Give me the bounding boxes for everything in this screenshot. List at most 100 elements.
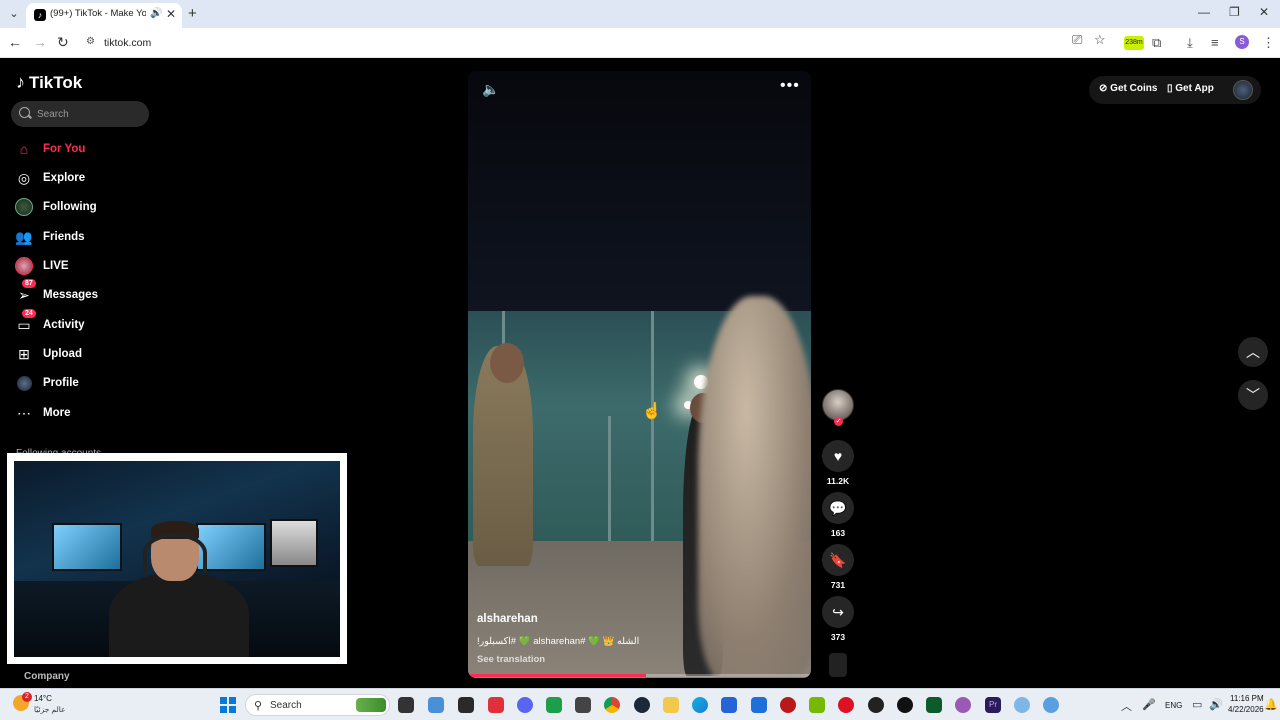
microphone-icon[interactable]: 🎤 [1142, 698, 1156, 711]
user-avatar[interactable] [1233, 80, 1253, 100]
tab-search-dropdown-icon[interactable]: ⌄ [6, 6, 22, 22]
bookmark-star-icon[interactable]: ☆ [1094, 32, 1106, 48]
nav-live[interactable]: LIVE [14, 255, 154, 277]
following-avatar-icon [14, 197, 34, 217]
photos-app-icon[interactable] [428, 697, 444, 713]
follow-plus-icon[interactable]: ✓ [834, 417, 843, 426]
video-author[interactable]: alsharehan [477, 613, 538, 625]
store-icon[interactable] [721, 697, 737, 713]
browser-profile-avatar[interactable]: S [1235, 35, 1249, 49]
file-explorer-icon[interactable] [663, 697, 679, 713]
nav-for-you[interactable]: ⌂ For You [14, 138, 154, 160]
nvidia-icon[interactable] [809, 697, 825, 713]
search-box[interactable] [11, 101, 149, 127]
windows-start-icon[interactable] [220, 697, 236, 713]
tray-overflow-icon[interactable]: ︿ [1121, 698, 1132, 714]
window-close-icon[interactable]: ✕ [1259, 5, 1269, 19]
nav-explore[interactable]: ◎ Explore [14, 167, 154, 189]
video-fence-post [608, 416, 611, 551]
chrome-icon[interactable] [604, 697, 620, 713]
taskbar-search[interactable]: ⚲ Search [245, 694, 390, 716]
next-video-button[interactable]: ﹀ [1238, 380, 1268, 410]
like-button[interactable]: ♥ [822, 440, 854, 472]
volume-icon[interactable]: 🔈 [482, 81, 499, 98]
app-icon[interactable] [1043, 697, 1059, 713]
home-icon: ⌂ [19, 141, 29, 157]
see-translation-link[interactable]: See translation [477, 654, 545, 665]
nav-following[interactable]: Following [14, 196, 154, 218]
app-icon[interactable] [488, 697, 504, 713]
video-fence-post [651, 311, 654, 551]
browser-tab-tiktok[interactable]: ♪ (99+) TikTok - Make Your Day 🔊 ✕ [26, 3, 182, 28]
search-input[interactable] [37, 104, 137, 124]
unity-icon[interactable] [868, 697, 884, 713]
live-avatar-icon [14, 256, 34, 276]
tab-close-icon[interactable]: ✕ [166, 7, 176, 21]
app-icon[interactable] [458, 697, 474, 713]
download-icon[interactable]: ⤓ [1187, 35, 1193, 51]
tab-audio-icon[interactable]: 🔊 [150, 8, 162, 19]
nav-upload[interactable]: ⊞ Upload [14, 343, 154, 365]
app-icon[interactable] [897, 697, 913, 713]
chrome-menu-icon[interactable]: ⋮ [1262, 35, 1275, 51]
nav-messages[interactable]: ➢ 87 Messages [14, 279, 154, 306]
company-link[interactable]: Company [24, 671, 70, 682]
chevron-down-icon: ﹀ [1246, 387, 1260, 403]
more-options-icon[interactable]: ••• [780, 77, 800, 95]
site-info-icon[interactable]: ⚙ [86, 36, 95, 47]
premiere-icon[interactable]: Pr [985, 697, 1001, 713]
steam-icon[interactable] [634, 697, 650, 713]
reload-icon[interactable]: ↻ [57, 34, 69, 51]
nav-label: Profile [43, 377, 79, 389]
get-app-button[interactable]: ▯ Get App [1167, 83, 1214, 94]
save-button[interactable]: 🔖 [822, 544, 854, 576]
cast-icon[interactable]: ⎚ [1072, 32, 1082, 48]
notifications-icon[interactable]: 🔔 [1264, 698, 1278, 711]
extension-badge[interactable]: 238m [1124, 36, 1144, 50]
new-tab-button[interactable]: + [188, 5, 197, 22]
edge-icon[interactable] [692, 697, 708, 713]
extensions-icon[interactable]: ⧉ [1152, 35, 1161, 51]
video-sky [468, 71, 811, 311]
share-count: 373 [830, 632, 846, 642]
get-coins-button[interactable]: ⊘ Get Coins [1099, 83, 1157, 94]
restore-icon[interactable]: ❐ [1229, 5, 1240, 19]
clock-date[interactable]: 4/22/2026 [1228, 705, 1264, 714]
volume-tray-icon[interactable]: 🔊 [1209, 698, 1223, 711]
nav-activity[interactable]: ▭ 24 Activity [14, 309, 154, 336]
back-icon[interactable]: ← [8, 34, 22, 50]
heart-icon: ♥ [833, 448, 843, 464]
address-bar[interactable]: ⚙ tiktok.com [80, 31, 1120, 55]
app-icon[interactable] [1014, 697, 1030, 713]
task-view-icon[interactable] [398, 697, 414, 713]
clock-time[interactable]: 11:16 PM [1230, 694, 1264, 703]
video-progress-bar[interactable] [468, 674, 811, 677]
network-icon[interactable]: ▭ [1192, 698, 1202, 711]
video-player[interactable]: 🔈 ••• alsharehan الشله 👑 💚 #alsharehan 💚… [468, 71, 811, 678]
language-indicator[interactable]: ENG [1165, 701, 1182, 710]
music-disc-icon[interactable] [829, 653, 847, 677]
app-icon[interactable] [780, 697, 796, 713]
nav-friends[interactable]: 👥 Friends [14, 226, 154, 248]
search-highlight-art [356, 698, 386, 712]
app-icon[interactable] [838, 697, 854, 713]
outlook-icon[interactable] [751, 697, 767, 713]
excel-icon[interactable] [546, 697, 562, 713]
app-icon[interactable] [926, 697, 942, 713]
app-icon[interactable] [955, 697, 971, 713]
media-controls-icon[interactable]: ≡ [1211, 35, 1219, 50]
nav-profile[interactable]: Profile [14, 372, 154, 394]
nav-more[interactable]: ⋯ More [14, 402, 154, 424]
minimize-icon[interactable]: — [1198, 5, 1210, 19]
comment-count: 163 [830, 528, 846, 538]
video-person-head [490, 343, 524, 383]
share-button[interactable]: ↪ [822, 596, 854, 628]
chevron-up-icon: ︿ [1246, 344, 1260, 360]
previous-video-button[interactable]: ︿ [1238, 337, 1268, 367]
get-coins-label: Get Coins [1110, 83, 1158, 94]
comment-button[interactable]: 💬 [822, 492, 854, 524]
tiktok-logo[interactable]: ♪ TikTok [16, 72, 82, 93]
obs-icon[interactable] [575, 697, 591, 713]
discord-icon[interactable] [517, 697, 533, 713]
forward-icon[interactable]: → [33, 34, 47, 50]
